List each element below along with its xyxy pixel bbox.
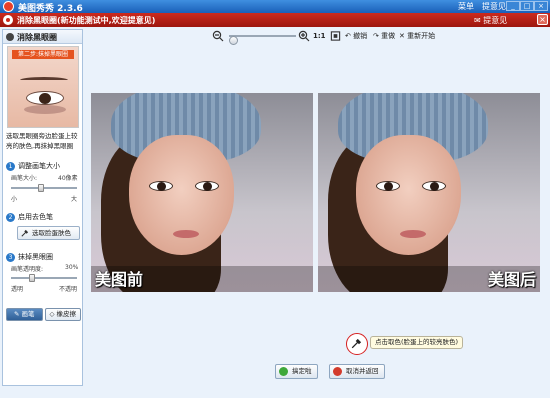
feedback-icon: ✉ [474,16,481,25]
sidebar-header: 消除黑眼圈 [3,30,82,44]
before-label: 美图前 [95,270,144,289]
demo-dark-circle [24,105,66,114]
before-photo-right-eye [195,181,219,191]
undo-label: 撤销 [353,32,368,40]
sidebar: 消除黑眼圈 第二步:抹掉黑眼圈 选取黑眼圈旁边脸蛋上较亮的肤色,再抹掉黑眼圈 1… [2,29,83,386]
reset-icon: ✕ [399,32,405,40]
panel-feedback-label: 提意见 [483,16,508,25]
cancel-button[interactable]: 取消并返回 [329,364,385,379]
after-photo-right-eye [422,181,446,191]
check-icon [279,367,288,376]
opacity-min: 透明 [11,286,24,293]
canvas-toolbar: 1:1 ↶ 撤销 ↷ 重做 ✕ 重新开始 [210,30,450,45]
menu-button[interactable]: 菜单 [458,1,474,12]
actual-size-button[interactable]: 1:1 [313,30,326,42]
opacity-label: 画笔透明度: [11,266,44,273]
step3-heading: 3 抹掉黑眼圈 [6,252,53,262]
ok-label: 搞定啦 [292,367,312,375]
before-photo-lips [173,230,199,238]
brush-size-thumb[interactable] [38,184,44,192]
color-picker-cursor[interactable] [346,333,368,355]
demo-image: 第二步:抹掉黑眼圈 [7,46,79,128]
demo-brow [20,77,68,83]
demo-tag: 第二步:抹掉黑眼圈 [12,50,74,59]
eraser-icon: ◇ [49,310,55,318]
step3-title: 抹掉黑眼圈 [18,253,53,261]
fit-icon[interactable] [330,30,341,42]
after-label: 美图后 [487,270,536,289]
step1-number: 1 [6,161,15,171]
redo-icon: ↷ [373,32,379,40]
app-titlebar: 美图秀秀 2.3.6 菜单 提意见 _ □ × [0,0,550,14]
opacity-slider[interactable] [11,274,77,282]
eye-tool-icon [6,33,14,41]
brush-mode-button[interactable]: ✎ 画笔 [6,308,43,321]
minimize-button[interactable]: _ [506,1,520,11]
redo-label: 重做 [381,32,396,40]
eraser-mode-button[interactable]: ◇ 橡皮擦 [44,308,81,321]
zoom-slider[interactable] [229,35,296,45]
sidebar-description: 选取黑眼圈旁边脸蛋上较亮的肤色,再抹掉黑眼圈 [6,132,78,150]
after-photo[interactable]: 美图后 [318,93,540,292]
before-photo-left-eye [149,181,173,191]
undo-icon: ↶ [345,32,351,40]
step3-number: 3 [6,252,15,262]
feedback-link[interactable]: 提意见 [482,1,506,12]
opacity-max: 不透明 [59,286,78,293]
brush-size-label: 画笔大小: [11,175,38,182]
panel-logo-icon [3,15,13,25]
brush-icon: ✎ [13,310,20,318]
step2-number: 2 [6,212,15,222]
undo-button[interactable]: ↶ 撤销 [345,30,367,42]
reset-button[interactable]: ✕ 重新开始 [399,30,435,42]
panel-titlebar: 消除黑眼圈(新功能测试中,欢迎提意见) ✉ 提意见 × [0,13,550,27]
step1-heading: 1 调整画笔大小 [6,161,60,171]
opacity-value: 30% [65,264,79,271]
eraser-mode-label: 橡皮擦 [56,310,77,318]
brush-size-max: 大 [71,196,78,203]
demo-eye [26,91,64,105]
step2-title: 启用去色笔 [18,213,53,221]
panel-close-button[interactable]: × [537,14,548,25]
eyedropper-icon [21,229,29,237]
mode-switch: ✎ 画笔 ◇ 橡皮擦 [6,308,81,321]
cancel-label: 取消并返回 [346,367,379,375]
pick-skin-color-label: 选取脸蛋肤色 [32,229,71,237]
window-close-button[interactable]: × [534,1,548,11]
pick-skin-color-button[interactable]: 选取脸蛋肤色 [17,226,80,240]
eyedropper-cursor-icon [351,338,362,349]
opacity-thumb[interactable] [29,274,35,282]
step1-title: 调整画笔大小 [18,162,60,170]
brush-mode-label: 画笔 [21,310,35,318]
before-photo[interactable]: 美图前 [91,93,313,292]
sidebar-title: 消除黑眼圈 [17,33,57,42]
maximize-button[interactable]: □ [520,1,534,11]
ok-button[interactable]: 搞定啦 [275,364,318,379]
panel-title: 消除黑眼圈(新功能测试中,欢迎提意见) [17,16,156,25]
step2-heading: 2 启用去色笔 [6,212,53,222]
color-picker-tooltip: 点击取色(脸蛋上的较亮肤色) [370,336,464,349]
after-photo-lips [400,230,426,238]
reset-label: 重新开始 [407,32,436,40]
brush-size-value: 40像素 [58,175,78,182]
panel-feedback-link[interactable]: ✉ 提意见 [474,15,507,26]
app-logo-icon [3,1,14,12]
brush-size-min: 小 [11,196,18,203]
after-photo-left-eye [376,181,400,191]
zoom-out-icon[interactable] [212,30,224,42]
brush-size-slider[interactable] [11,184,77,192]
zoom-in-icon[interactable] [298,30,310,42]
zoom-thumb[interactable] [229,36,238,45]
cancel-icon [333,367,342,376]
redo-button[interactable]: ↷ 重做 [373,30,395,42]
